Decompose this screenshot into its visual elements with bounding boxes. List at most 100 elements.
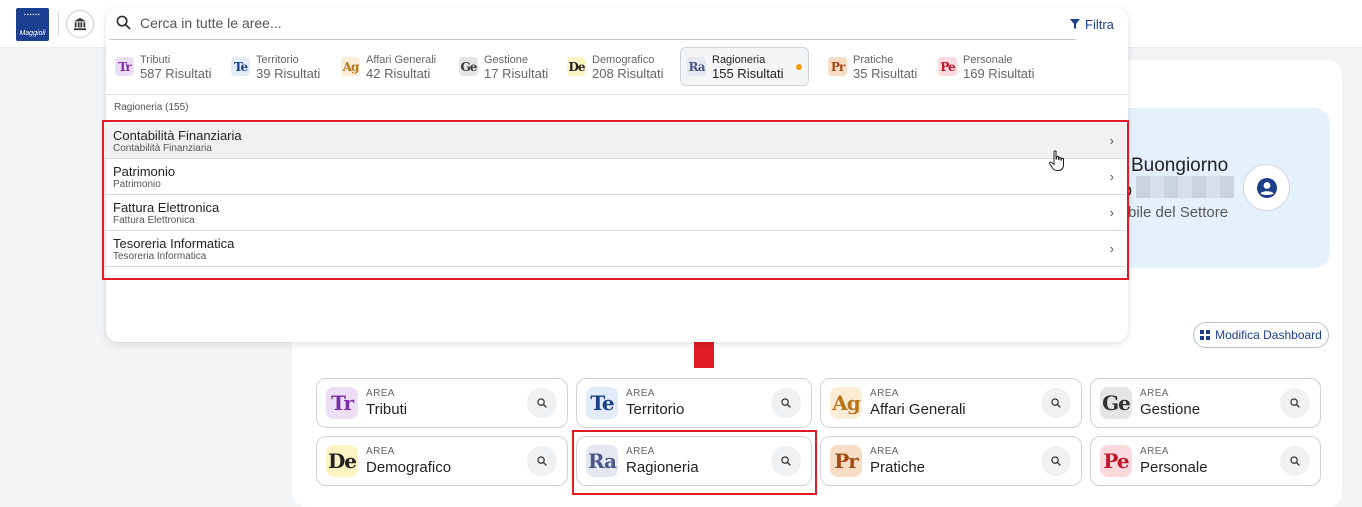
active-dot-indicator — [795, 63, 802, 70]
area-badge: Tr — [326, 387, 358, 419]
area-name: Demografico — [366, 459, 452, 476]
chip-count: 155 Risultati — [712, 65, 784, 81]
chip-pratiche[interactable]: Pr Pratiche 35 Risultati — [822, 47, 923, 86]
filter-button[interactable]: Filtra — [1062, 12, 1122, 36]
chip-name: Personale — [963, 53, 1013, 66]
area-tile-pratiche[interactable]: Pr AREA Pratiche — [820, 436, 1082, 486]
area-badge: Pr — [830, 445, 862, 477]
filter-label: Filtra — [1085, 16, 1114, 32]
area-search-button[interactable] — [1280, 388, 1310, 418]
chip-count: 42 Risultati — [366, 65, 431, 81]
chip-badge: De — [567, 57, 586, 76]
search-icon — [1051, 456, 1061, 466]
chip-affari-generali[interactable]: Ag Affari Generali 42 Risultati — [335, 47, 442, 86]
area-search-button[interactable] — [771, 388, 801, 418]
search-icon — [1051, 398, 1061, 408]
area-search-button[interactable] — [527, 446, 557, 476]
dashboard-grid-icon — [1200, 330, 1211, 340]
institution-icon — [73, 17, 87, 31]
area-tile-affari-generali[interactable]: Ag AREA Affari Generali — [820, 378, 1082, 428]
chip-name: Pratiche — [853, 53, 894, 66]
area-name: Gestione — [1140, 401, 1201, 418]
chip-territorio[interactable]: Te Territorio 39 Risultati — [225, 47, 326, 86]
hand-cursor-icon — [1048, 150, 1064, 171]
chip-tributi[interactable]: Tr Tributi 587 Risultati — [109, 47, 218, 86]
logo-divider — [58, 12, 59, 36]
area-caption: AREA — [1140, 388, 1169, 399]
chip-name: Affari Generali — [366, 53, 437, 66]
chip-badge: Te — [231, 57, 250, 76]
chip-count: 17 Risultati — [484, 65, 549, 81]
area-search-button[interactable] — [1041, 446, 1071, 476]
filter-icon — [1070, 19, 1080, 29]
chip-name: Demografico — [592, 53, 655, 66]
area-tile-tributi[interactable]: Tr AREA Tributi — [316, 378, 568, 428]
search-icon — [1290, 398, 1300, 408]
area-badge: Pe — [1100, 445, 1132, 477]
account-circle-icon — [1256, 177, 1277, 198]
chip-count: 169 Risultati — [963, 65, 1035, 81]
user-profile-button[interactable] — [1243, 164, 1290, 211]
area-tile-gestione[interactable]: Ge AREA Gestione — [1090, 378, 1321, 428]
user-name-blurred — [1136, 176, 1234, 198]
logo-text: Maggioli — [19, 30, 46, 37]
area-name: Pratiche — [870, 459, 926, 476]
area-tile-personale[interactable]: Pe AREA Personale — [1090, 436, 1321, 486]
area-caption: AREA — [366, 446, 395, 457]
search-icon — [537, 456, 547, 466]
area-caption: AREA — [366, 388, 395, 399]
area-tile-demografico[interactable]: De AREA Demografico — [316, 436, 568, 486]
area-name: Personale — [1140, 459, 1208, 476]
greeting-role: bile del Settore — [1128, 204, 1229, 221]
area-caption: AREA — [870, 388, 899, 399]
chip-count: 35 Risultati — [853, 65, 918, 81]
edit-dashboard-label: Modifica Dashboard — [1215, 328, 1322, 342]
chip-name: Gestione — [484, 53, 529, 66]
search-icon — [116, 15, 131, 30]
area-search-button[interactable] — [527, 388, 557, 418]
area-name: Affari Generali — [870, 401, 966, 418]
search-underline — [109, 39, 1076, 40]
area-caption: AREA — [626, 388, 655, 399]
search-icon — [1290, 456, 1300, 466]
area-filter-chips: Tr Tributi 587 Risultati Te Territorio 39 Ris… — [106, 46, 1128, 90]
area-search-button[interactable] — [1041, 388, 1071, 418]
edit-dashboard-button[interactable]: Modifica Dashboard — [1193, 322, 1329, 348]
area-search-button[interactable] — [1280, 446, 1310, 476]
highlight-results-box — [102, 120, 1129, 280]
maggioli-logo[interactable]: ▪▪▪▪▪▪ Maggioli — [16, 8, 49, 41]
chip-count: 587 Risultati — [140, 65, 212, 81]
chip-badge: Tr — [115, 57, 134, 76]
chip-badge: Ag — [341, 57, 360, 76]
chip-badge: Ra — [687, 57, 706, 76]
search-icon — [537, 398, 547, 408]
area-badge: Te — [586, 387, 618, 419]
area-badge: Ag — [830, 387, 862, 419]
area-badge: De — [326, 445, 358, 477]
chip-name: Tributi — [140, 53, 171, 66]
chip-demografico[interactable]: De Demografico 208 Risultati — [561, 47, 670, 86]
results-section-label: Ragioneria (155) — [114, 102, 189, 113]
greeting-title: Buongiorno — [1131, 155, 1229, 176]
chip-badge: Pr — [828, 57, 847, 76]
chip-count: 39 Risultati — [256, 65, 321, 81]
chip-badge: Ge — [459, 57, 478, 76]
chip-ragioneria[interactable]: Ra Ragioneria 155 Risultati — [680, 47, 809, 86]
chip-gestione[interactable]: Ge Gestione 17 Risultati — [453, 47, 554, 86]
area-caption: AREA — [870, 446, 899, 457]
chips-divider — [106, 94, 1128, 95]
global-search-input[interactable] — [140, 10, 1052, 36]
area-badge: Ge — [1100, 387, 1132, 419]
search-icon — [781, 398, 791, 408]
highlight-ragioneria-tile — [572, 430, 817, 495]
area-name: Territorio — [626, 401, 685, 418]
chip-personale[interactable]: Pe Personale 169 Risultati — [932, 47, 1041, 86]
area-tile-territorio[interactable]: Te AREA Territorio — [576, 378, 812, 428]
chip-name: Ragioneria — [712, 53, 766, 66]
area-name: Tributi — [366, 401, 408, 418]
area-caption: AREA — [1140, 446, 1169, 457]
chip-name: Territorio — [256, 53, 299, 66]
chip-badge: Pe — [938, 57, 957, 76]
chip-count: 208 Risultati — [592, 65, 664, 81]
home-button[interactable] — [66, 10, 94, 38]
